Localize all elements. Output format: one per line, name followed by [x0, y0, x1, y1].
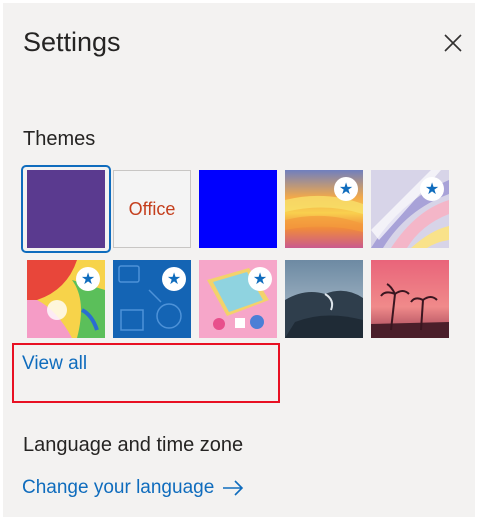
page-title: Settings — [23, 27, 121, 57]
premium-star-icon: ★ — [76, 267, 100, 291]
mountain-landscape-image — [285, 260, 363, 338]
themes-heading: Themes — [23, 128, 96, 150]
arrow-right-icon — [223, 480, 244, 496]
theme-blue-icons[interactable]: ★ — [113, 260, 191, 338]
theme-palm-sunset[interactable] — [371, 260, 449, 338]
premium-star-icon: ★ — [334, 177, 358, 201]
change-language-label: Change your language — [22, 477, 215, 498]
theme-rainbow-waves[interactable]: ★ — [285, 170, 363, 248]
premium-star-icon: ★ — [248, 267, 272, 291]
theme-colorful-art[interactable]: ★ — [27, 260, 105, 338]
theme-pink-board-game[interactable]: ★ — [199, 260, 277, 338]
premium-star-icon: ★ — [420, 177, 444, 201]
premium-star-icon: ★ — [162, 267, 186, 291]
close-icon — [444, 34, 462, 52]
theme-mountain-landscape[interactable] — [285, 260, 363, 338]
theme-silver-ribbons[interactable]: ★ — [371, 170, 449, 248]
theme-purple[interactable] — [27, 170, 105, 248]
office-theme-label: Office — [128, 199, 176, 219]
palm-sunset-image — [371, 260, 449, 338]
highlight-box — [12, 343, 280, 403]
change-language-link[interactable]: Change your language — [22, 477, 244, 499]
theme-blue[interactable] — [199, 170, 277, 248]
theme-office[interactable]: Office — [113, 170, 191, 248]
language-heading: Language and time zone — [23, 434, 244, 456]
close-button[interactable] — [441, 31, 465, 55]
settings-panel: Settings Themes Office ★ ★ ★ ★ ★ View al… — [3, 3, 475, 517]
